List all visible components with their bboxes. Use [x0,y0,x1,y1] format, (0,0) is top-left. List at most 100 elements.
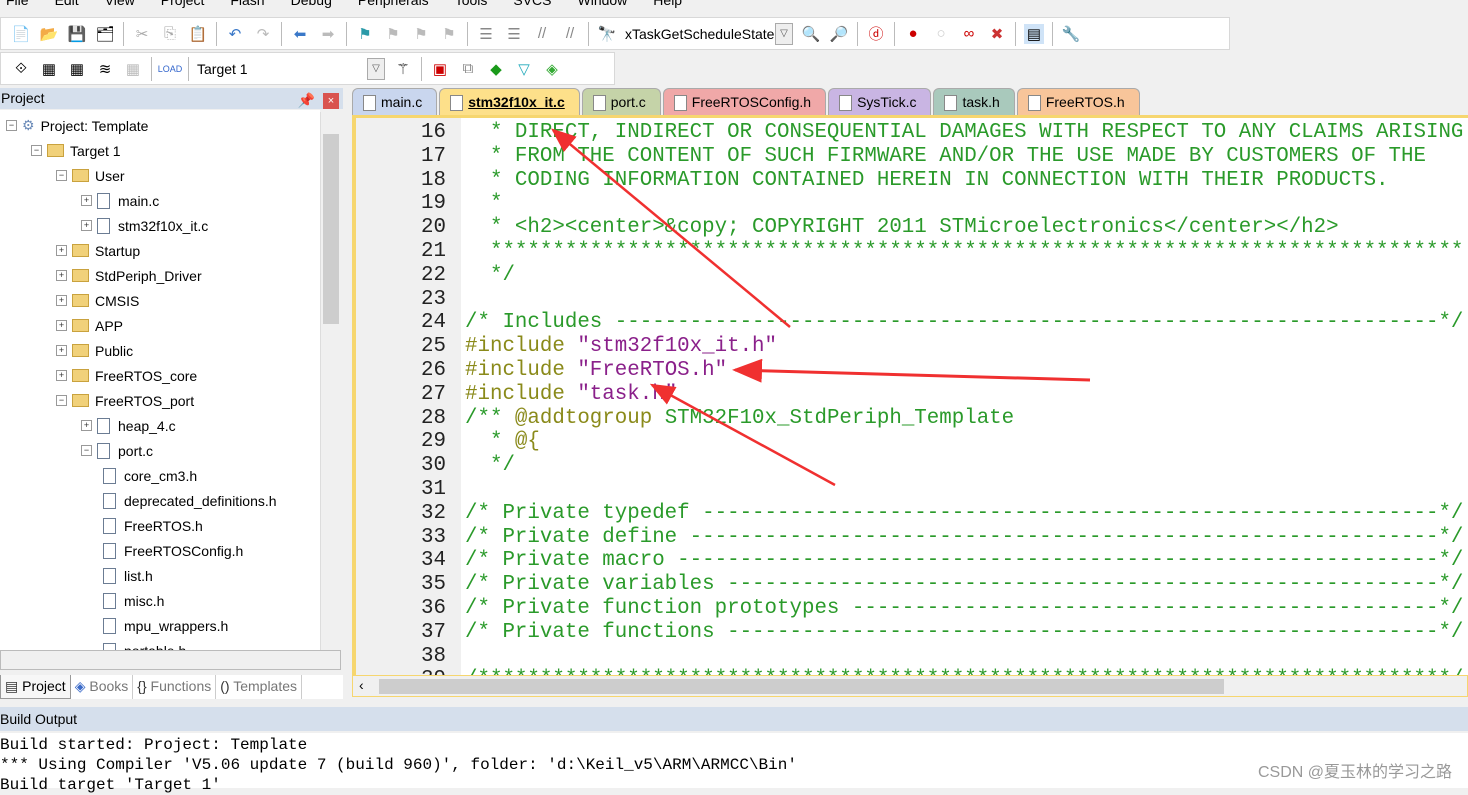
menu-item-peripherals[interactable]: Peripherals [358,0,429,10]
expand-icon[interactable]: + [56,245,67,256]
cut-icon[interactable]: ✂ [132,24,152,44]
menu-item-debug[interactable]: Debug [291,0,332,10]
collapse-icon[interactable]: − [81,445,92,456]
tree-item[interactable]: list.h [103,563,153,588]
build-icon[interactable]: ▦ [39,59,59,79]
save-icon[interactable]: 💾 [67,24,87,44]
chevron-down-icon[interactable]: ▽ [367,57,385,80]
expand-icon[interactable]: + [56,370,67,381]
chevron-down-icon[interactable]: ▽ [775,22,793,45]
tree-item[interactable]: portable.h [103,638,186,650]
target-options-icon[interactable]: ⚚ [393,59,413,79]
panel-tab-templates[interactable]: () Templates [216,675,303,699]
tree-item[interactable]: − FreeRTOS_port [56,388,194,413]
uncomment-icon[interactable]: // [560,24,580,44]
manage-components-icon[interactable]: ▣ [430,59,450,79]
menu-item-edit[interactable]: Edit [55,0,79,10]
next-bookmark-icon[interactable]: ⚑ [411,24,431,44]
menu-item-help[interactable]: Help [653,0,682,10]
disable-breakpoint-icon[interactable]: ○ [931,24,951,44]
redo-icon[interactable]: ↷ [253,24,273,44]
expand-icon[interactable]: + [56,270,67,281]
menu-item-svcs[interactable]: SVCS [513,0,551,10]
tree-item[interactable]: FreeRTOS.h [103,513,203,538]
forward-icon[interactable]: ➡ [318,24,338,44]
tree-item[interactable]: − ⚙ Project: Template [6,113,148,138]
tree-item[interactable]: deprecated_definitions.h [103,488,277,513]
tree-item[interactable]: + FreeRTOS_core [56,363,197,388]
collapse-icon[interactable]: − [56,170,67,181]
pack-installer-icon[interactable]: ◆ [486,59,506,79]
clear-bookmarks-icon[interactable]: ⚑ [439,24,459,44]
expand-icon[interactable]: + [81,420,92,431]
copy-icon[interactable]: ⎘ [160,24,180,44]
collapse-icon[interactable]: − [31,145,42,156]
tab-main-c[interactable]: main.c [352,88,438,115]
find-combo[interactable]: xTaskGetScheduleState ▽ [625,22,793,45]
translate-icon[interactable]: ⟐ [11,59,31,79]
expand-icon[interactable]: + [81,220,92,231]
menu-item-file[interactable]: File [6,0,29,10]
tree-item[interactable]: − port.c [81,438,153,463]
tab-freertos-h[interactable]: FreeRTOS.h [1016,88,1140,115]
back-icon[interactable]: ⬅ [290,24,310,44]
collapse-icon[interactable]: − [6,120,17,131]
pin-icon[interactable]: 📌 [298,90,315,111]
unindent-icon[interactable]: ☰ [504,24,524,44]
tree-item[interactable]: − User [56,163,125,188]
collapse-icon[interactable]: − [56,395,67,406]
menu-item-tools[interactable]: Tools [455,0,488,10]
incremental-find-icon[interactable]: 🔎 [829,24,849,44]
tree-item[interactable]: + Startup [56,238,140,263]
scroll-left-icon[interactable]: ‹ [359,677,364,693]
panel-tab-books[interactable]: ◈ Books [71,675,134,699]
menu-item-view[interactable]: View [105,0,135,10]
menu-item-flash[interactable]: Flash [230,0,264,10]
tree-item[interactable]: + StdPeriph_Driver [56,263,202,288]
debug-session-icon[interactable]: ⓓ [866,24,886,44]
tab-port-c[interactable]: port.c [581,88,661,115]
find-icon[interactable]: 🔍 [801,24,821,44]
tree-item[interactable]: core_cm3.h [103,463,197,488]
tree-item[interactable]: FreeRTOSConfig.h [103,538,243,563]
tree-item[interactable]: misc.h [103,588,164,613]
bookmark-icon[interactable]: ⚑ [355,24,375,44]
tree-item[interactable]: + heap_4.c [81,413,176,438]
open-icon[interactable]: 📂 [39,24,59,44]
menu-item-window[interactable]: Window [578,0,628,10]
target-select[interactable]: Target 1 ▽ [197,57,385,80]
breakpoint-icon[interactable]: ● [903,24,923,44]
new-file-icon[interactable]: 📄 [11,24,31,44]
tree-item[interactable]: + APP [56,313,123,338]
window-layout-icon[interactable]: ▤ [1024,23,1044,44]
rebuild-icon[interactable]: ▦ [67,59,87,79]
menu-item-project[interactable]: Project [161,0,205,10]
select-pack-icon[interactable]: ▽ [514,59,534,79]
expand-icon[interactable]: + [81,195,92,206]
batch-build-icon[interactable]: ≋ [95,59,115,79]
runtime-env-icon[interactable]: ◈ [542,59,562,79]
panel-tab-functions[interactable]: {} Functions [133,675,217,699]
find-in-files-icon[interactable]: 🔭 [597,24,617,44]
disable-all-breakpoints-icon[interactable]: ∞ [959,24,979,44]
comment-icon[interactable]: // [532,24,552,44]
indent-icon[interactable]: ☰ [476,24,496,44]
file-extensions-icon[interactable]: ⧉ [458,59,478,79]
expand-icon[interactable]: + [56,320,67,331]
tree-item[interactable]: + Public [56,338,133,363]
tree-item[interactable]: + main.c [81,188,159,213]
tree-horizontal-scrollbar[interactable] [0,650,341,670]
tree-item[interactable]: + stm32f10x_it.c [81,213,208,238]
paste-icon[interactable]: 📋 [188,24,208,44]
tree-item[interactable]: + CMSIS [56,288,139,313]
scroll-thumb[interactable] [323,134,339,324]
panel-tab-project[interactable]: ▤ Project [0,675,71,699]
kill-breakpoints-icon[interactable]: ✖ [987,24,1007,44]
prev-bookmark-icon[interactable]: ⚑ [383,24,403,44]
editor-horizontal-scrollbar[interactable]: ‹ [352,675,1468,697]
tree-vertical-scrollbar[interactable] [320,112,341,652]
tab-task-h[interactable]: task.h [933,88,1015,115]
stop-build-icon[interactable]: ▦ [123,59,143,79]
close-icon[interactable]: × [323,92,339,109]
tree-item[interactable]: − Target 1 [31,138,121,163]
